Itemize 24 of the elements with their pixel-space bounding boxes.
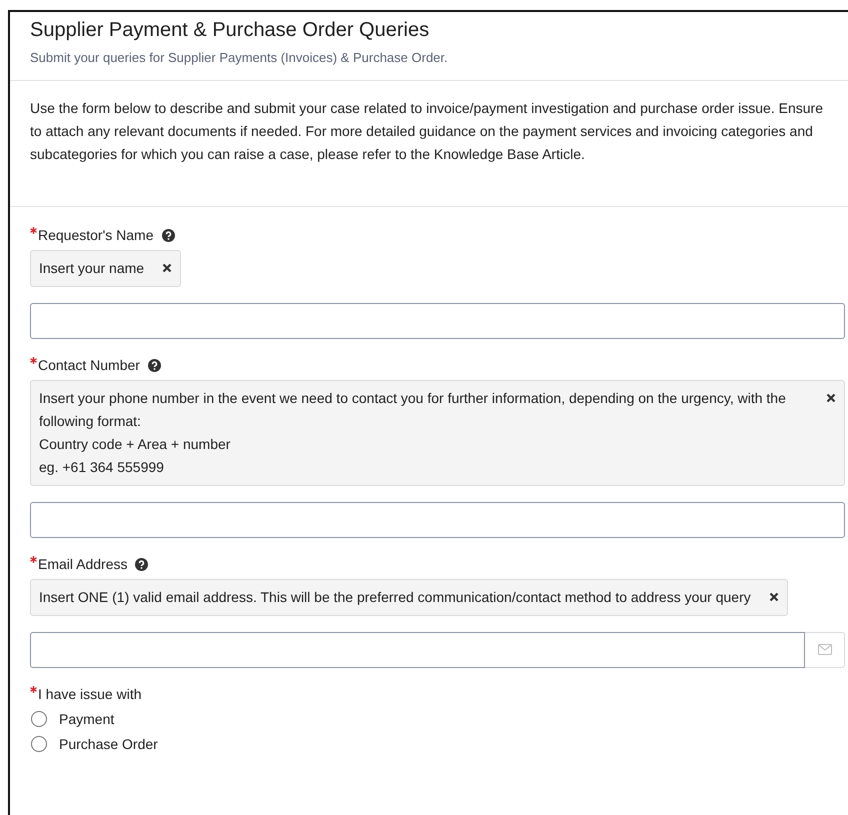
intro-paragraph: Use the form below to describe and submit your case related to invoice/payment investigation and purchase order issue. Ensure to attach any relevant documents if needed. For more detailed guidance on the payment services and invoicing categories and subcategories for which you can raise a case, please refer to the Knowledge Base Article. xyxy=(10,80,848,206)
help-icon[interactable] xyxy=(162,228,174,242)
help-icon[interactable] xyxy=(148,358,161,372)
field-label: Requestor's Name xyxy=(38,226,154,245)
close-icon[interactable] xyxy=(162,262,172,272)
radio-button[interactable] xyxy=(31,711,47,727)
close-icon[interactable] xyxy=(826,392,836,402)
radio-label: Payment xyxy=(59,710,114,729)
page-subtitle: Submit your queries for Supplier Payments (Invoices) & Purchase Order. xyxy=(30,49,449,67)
input-field[interactable] xyxy=(30,632,806,668)
hint-text: Insert your name xyxy=(39,258,144,278)
close-icon[interactable] xyxy=(768,592,779,602)
envelope-icon xyxy=(818,644,832,655)
help-icon[interactable] xyxy=(135,558,148,570)
field-label: Email Address xyxy=(38,554,128,574)
field-label: I have issue with xyxy=(38,684,142,704)
page-title: Supplier Payment & Purchase Order Queries xyxy=(30,18,430,42)
field-label: Contact Number xyxy=(38,356,140,374)
radio-button[interactable] xyxy=(31,736,47,752)
hint-text: Insert your phone number in the event we need to contact you for further information, depending on the urgency, with the following format: Country code + Area + number eg. +61 364 555999 xyxy=(39,388,787,477)
input-field[interactable] xyxy=(30,502,845,538)
hint-text: Insert ONE (1) valid email address. This will be the preferred communication/contact method to address your query xyxy=(39,588,751,607)
radio-label: Purchase Order xyxy=(59,734,158,754)
input-field[interactable] xyxy=(30,302,845,338)
